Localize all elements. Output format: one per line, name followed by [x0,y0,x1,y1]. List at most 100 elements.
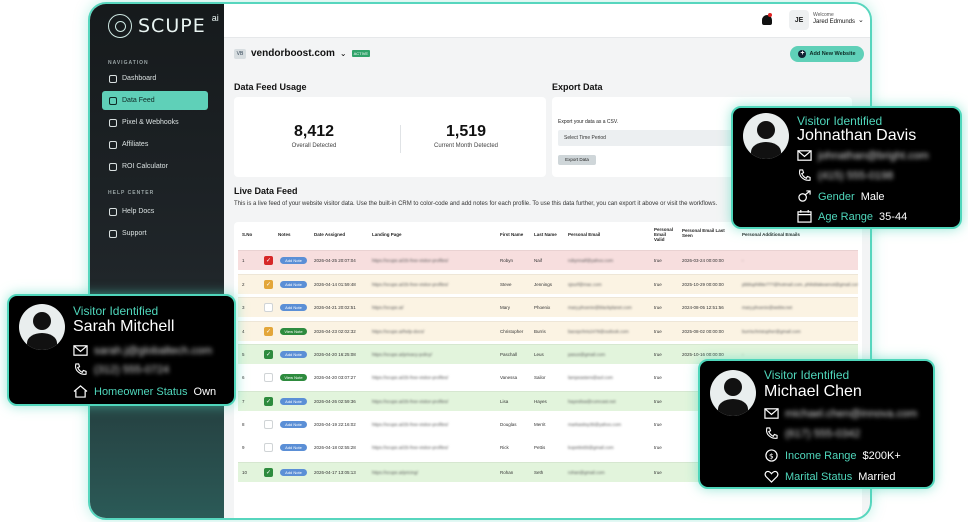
logo-mark-icon [108,14,132,38]
visitor-gender-line: Gender Male [797,190,885,203]
app-logo[interactable]: SCUPE ai [108,13,219,38]
calculator-icon [109,162,117,171]
phone-icon [798,169,811,181]
table-cell: - [742,258,744,263]
sidebar-item-affiliates[interactable]: Affiliates [102,135,208,154]
email-icon [797,150,812,161]
table-cell: 4 [242,328,245,334]
notification-dot [768,13,772,17]
user-name[interactable]: Jared Edmunds [813,19,855,25]
row-checkbox[interactable] [264,419,273,429]
table-row[interactable]: 3 2026-04-21 20:02:51 https://scupe.ai/Mar… [238,297,858,317]
row-checkbox[interactable] [264,443,273,452]
add-note-button[interactable]: Add Note [280,444,307,451]
add-note-button[interactable]: Add Note [280,351,307,358]
age-value: 35-44 [879,210,908,223]
row-checkbox[interactable]: ✓ [264,279,273,289]
visitor-name: Johnathan Davis [797,127,917,144]
view-note-button[interactable]: View Note [280,373,307,381]
heart-icon [764,470,779,483]
add-note-button[interactable]: Add Note [280,420,307,428]
sidebar-item-label: Support [122,230,147,237]
status-badge: ACTIVE [351,50,371,57]
sidebar-item-label: Dashboard [122,75,157,82]
add-note-button[interactable]: Add Note [280,398,307,405]
row-checkbox[interactable] [264,303,273,312]
export-description: Export your data as a CSV. [558,119,619,125]
table-cell: https://scupe.ai/25-free-visitor-profile… [372,445,449,450]
table-cell: Douglas [500,421,517,427]
column-header: Date Assigned [314,232,346,237]
table-cell: true [654,258,662,263]
visitor-email: michael.chen@innova.com [785,407,918,420]
time-period-select[interactable]: Select Time Period [558,130,738,146]
table-cell: 2026-03-24 00:00:00 [682,258,724,263]
docs-icon [109,207,117,216]
visitor-email-line: sarah.j@globaltech.com [73,344,212,357]
help-heading: HELP CENTER [108,190,155,196]
table-row[interactable]: 1 2026-04-25 20:07:04 https://scupe.ai/25-… [238,250,858,270]
chevron-down-icon[interactable]: ⌄ [340,49,347,58]
add-note-button[interactable]: Add Note [280,468,307,476]
table-row[interactable]: 4 2026-04-23 02:02:32 https://scupe.ai/hel… [238,320,858,341]
table-cell: true [654,328,662,334]
table-cell: true [654,352,662,357]
row-checkbox[interactable]: ✓ [264,256,273,265]
income-label: Income Range [785,449,857,462]
sidebar-item-roi-calculator[interactable]: ROI Calculator [102,157,208,176]
table-cell: 2025-10-16 00:00:00 [682,352,724,357]
table-cell: Naif [534,258,543,263]
column-header: S.No [242,232,253,237]
sidebar-item-support[interactable]: Support [102,224,208,243]
marital-value: Married [858,470,896,483]
table-cell: 2026-04-23 02:02:32 [314,328,356,334]
visitor-home-line: Homeowner Status Own [73,385,216,398]
column-header: First Name [500,232,524,237]
visitor-card-michael: Visitor Identified Michael Chen michael.… [698,359,935,489]
sidebar-item-help-docs[interactable]: Help Docs [102,202,208,221]
visitor-email: sarah.j@globaltech.com [94,344,213,357]
table-cell: lampeasters@aol.com [568,374,613,380]
row-checkbox[interactable]: ✓ [264,467,273,477]
sidebar-item-pixel-webhooks[interactable]: Pixel & Webhooks [102,113,208,132]
row-checkbox[interactable]: ✓ [264,326,273,336]
visitor-phone: (312) 555-0724 [94,363,170,376]
site-selector[interactable]: VB vendorboost.com ⌄ ACTIVE [234,48,371,59]
affiliates-icon [109,140,117,149]
visitor-phone: (617) 555-0342 [785,427,861,440]
add-website-button[interactable]: + Add New Website [790,46,864,62]
chevron-down-icon[interactable]: ⌄ [858,16,864,24]
table-cell: 2026-04-21 20:02:51 [314,305,356,310]
view-note-button[interactable]: View Note [280,327,307,335]
add-note-button[interactable]: Add Note [280,304,307,311]
row-checkbox[interactable] [264,372,273,382]
marketing-stage: SCUPE ai NAVIGATION Dashboard Data Feed … [0,0,968,522]
sidebar-item-dashboard[interactable]: Dashboard [102,69,208,88]
table-row[interactable]: 2 2026-04-14 01:59:48 https://scupe.ai/25-… [238,273,858,294]
avatar[interactable]: JE [789,10,809,30]
column-header: Personal Email [568,232,601,237]
table-cell: https://scupe.ai/pricing/ [372,469,419,475]
row-checkbox[interactable]: ✓ [264,350,273,359]
table-cell: 9 [242,445,245,450]
add-note-button[interactable]: Add Note [280,280,307,288]
table-cell: 1 [242,258,245,263]
sidebar-item-data-feed[interactable]: Data Feed [102,91,208,110]
table-cell: https://scupe.ai/25-free-visitor-profile… [372,281,449,287]
visitor-title: Visitor Identified [73,304,159,318]
table-cell: 7 [242,399,245,404]
export-data-button[interactable]: Export Data [558,155,596,165]
column-header: Landing Page [372,232,402,237]
table-cell: true [654,281,662,287]
site-name[interactable]: vendorboost.com [251,48,335,59]
table-cell: true [654,305,662,310]
gender-value: Male [860,190,885,203]
add-note-button[interactable]: Add Note [280,257,307,264]
visitor-card-sarah: Visitor Identified Sarah Mitchell sarah.… [7,294,236,406]
table-cell: Paschall [500,352,518,357]
table-cell: robynnaif@yahoo.com [568,258,614,263]
row-checkbox[interactable]: ✓ [264,397,273,406]
email-icon [73,345,88,356]
overall-detected-value: 8,412 [293,123,335,140]
table-cell: bacepchris2478@outlook.com [568,328,629,334]
